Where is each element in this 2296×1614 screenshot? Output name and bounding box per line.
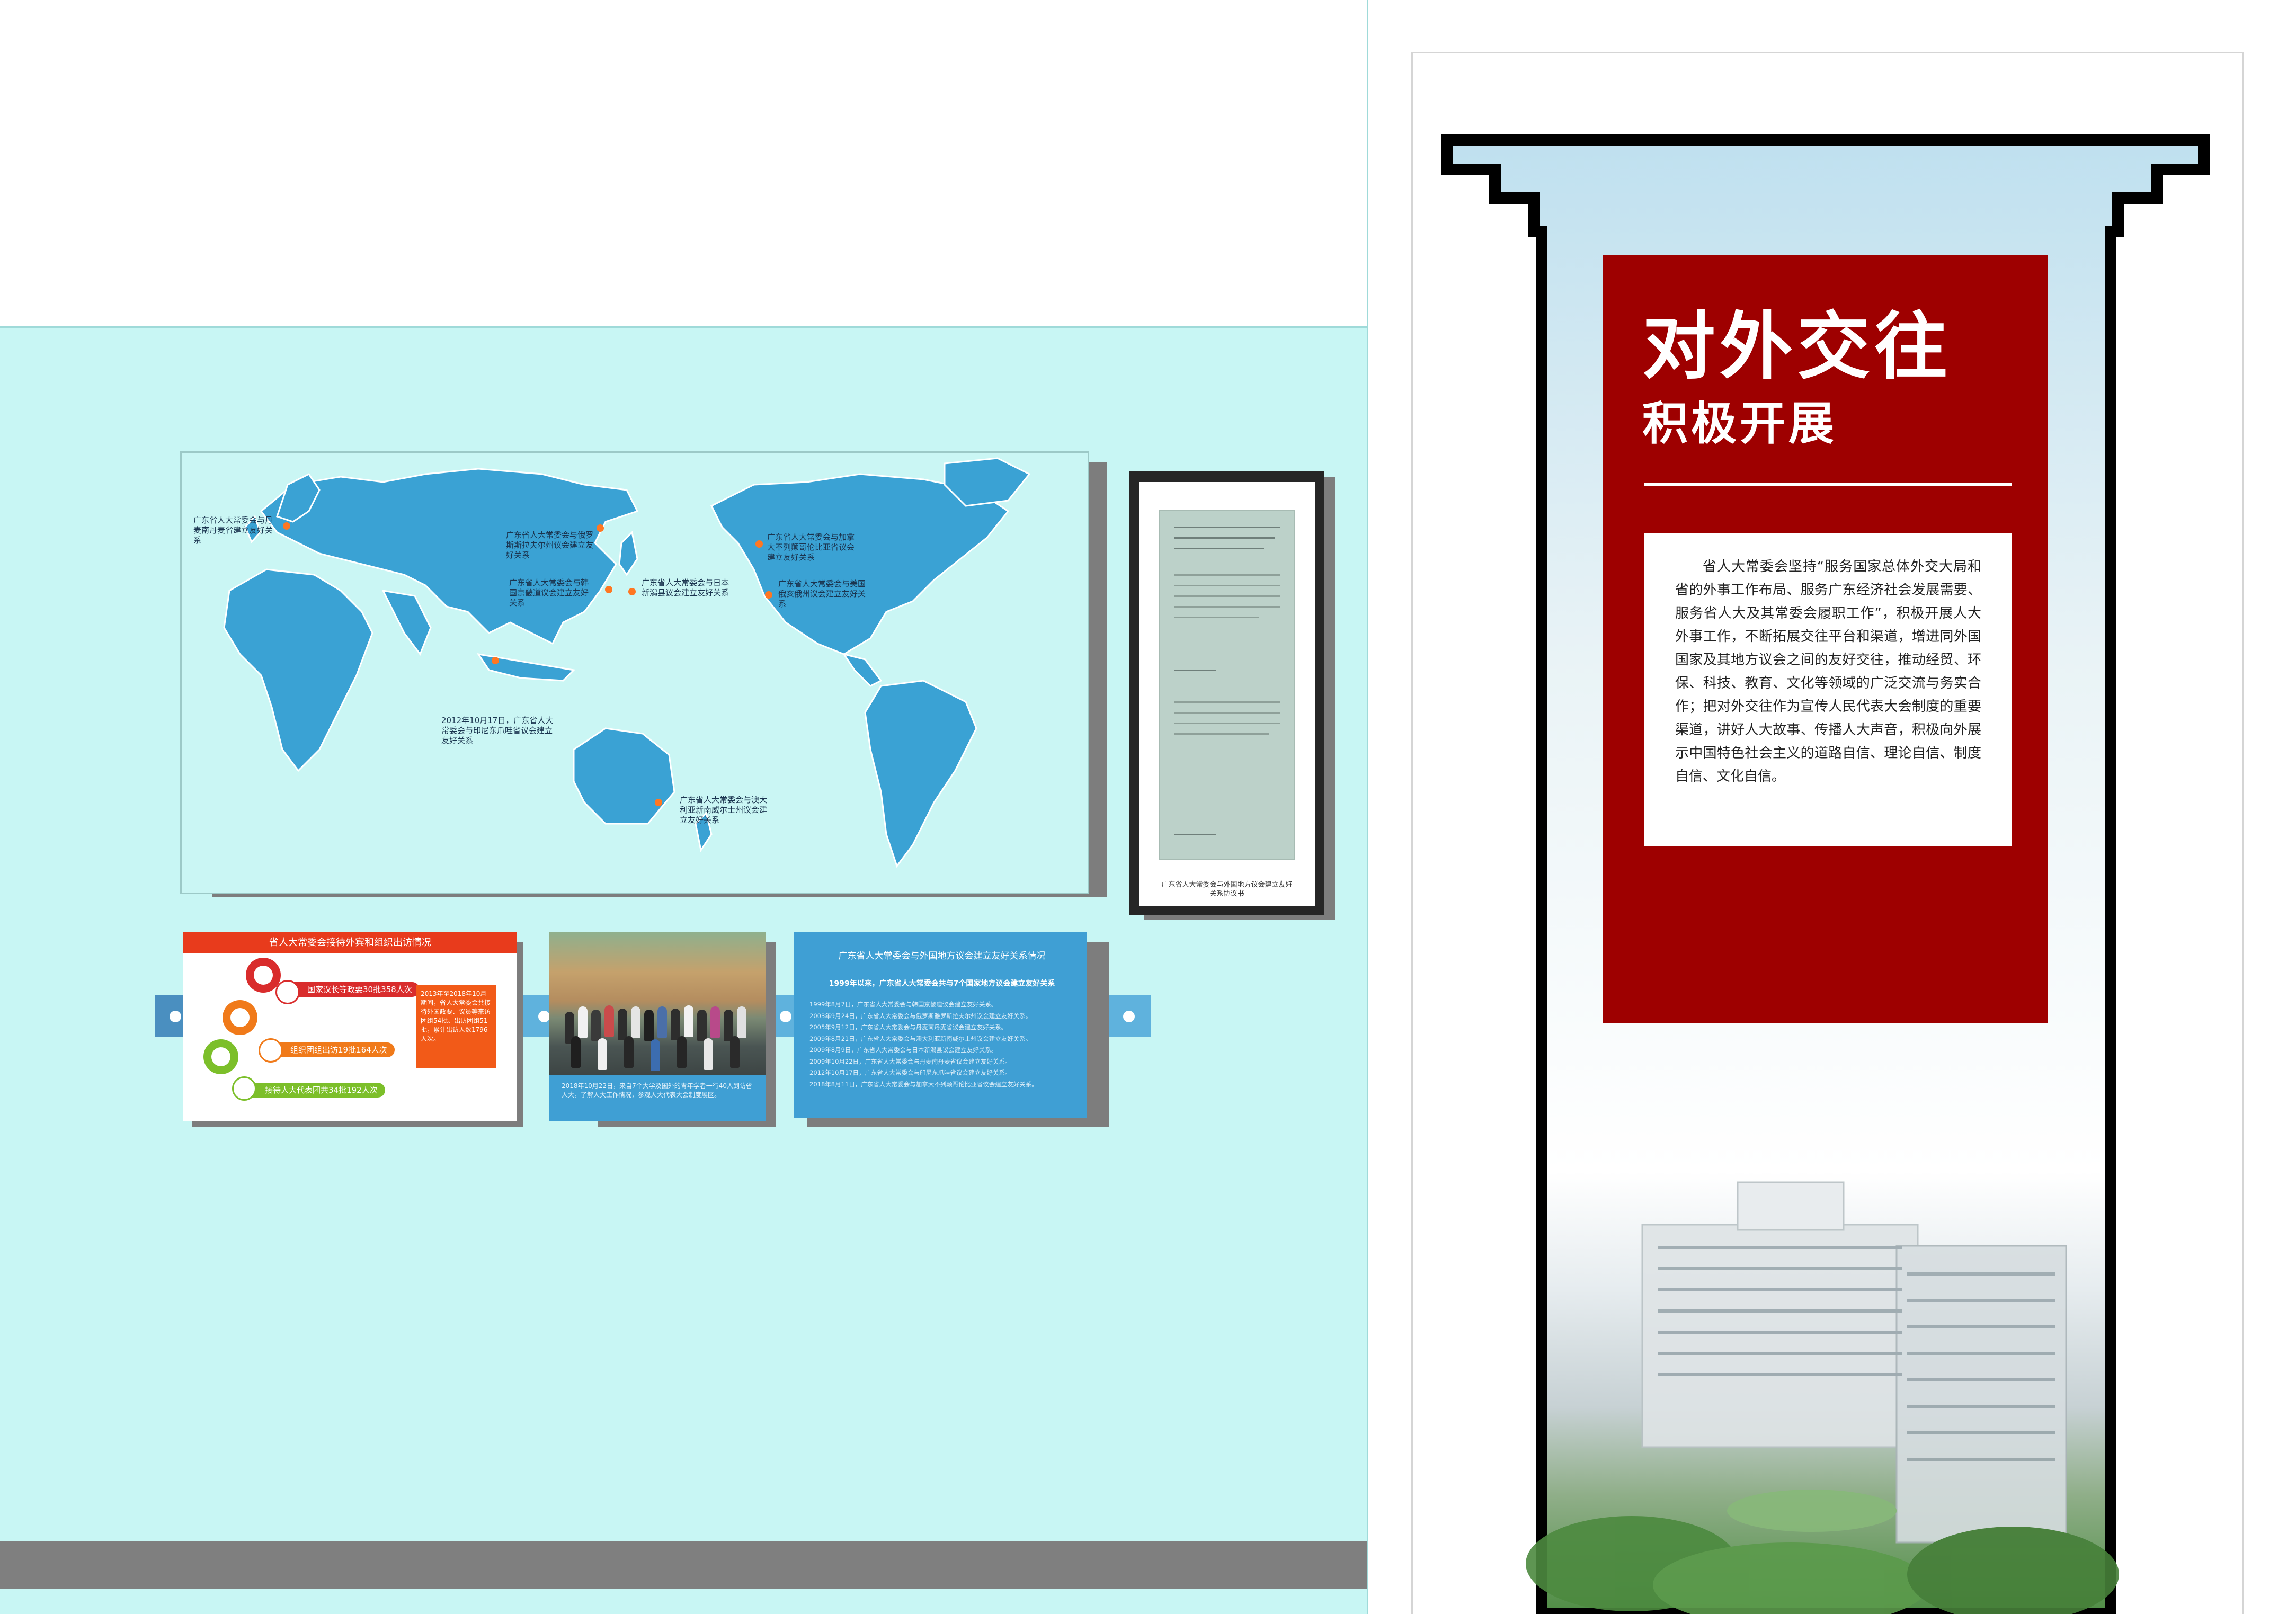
map-label-usa: 广东省人大常委会与美国俄亥俄州议会建立友好关系 <box>778 579 866 609</box>
list-item: 2009年10月22日，广东省人大常委会与丹麦南丹麦省议会建立友好关系。 <box>809 1057 1011 1065</box>
marker-australia <box>655 799 662 806</box>
doc-text-line <box>1174 701 1280 703</box>
marker-indonesia <box>492 657 499 664</box>
map-label-denmark: 广东省人大常委会与丹麦南丹麦省建立友好关系 <box>193 515 273 545</box>
marker-usa <box>765 591 772 599</box>
photo-figure <box>671 1009 680 1040</box>
stat-badge-visit <box>223 1000 257 1035</box>
rail-dot <box>1123 1011 1135 1022</box>
doc-text-line <box>1174 595 1280 597</box>
map-label-australia: 广东省人大常委会与澳大利亚新南威尔士州议会建立友好关系 <box>680 795 768 825</box>
marker-denmark <box>283 522 290 530</box>
doc-text-line <box>1174 733 1269 735</box>
photo-figure <box>730 1036 740 1068</box>
doc-signature <box>1174 670 1216 671</box>
central-america-landmass <box>842 653 883 687</box>
stat-value-visit: 组织团组出访19批164人次 <box>269 1042 395 1057</box>
marker-canada <box>755 540 763 548</box>
photo-figure <box>578 1006 588 1038</box>
photo-figure <box>624 1036 634 1068</box>
photo-figure <box>598 1038 607 1070</box>
australia-landmass <box>573 727 675 825</box>
photo-figure <box>644 1010 654 1041</box>
group-photo <box>549 932 766 1075</box>
rail-dot <box>170 1011 181 1022</box>
panel-body-box: 省人大常委会坚持“服务国家总体外交大局和省的外事工作布局、服务广东经济社会发展需… <box>1644 533 2012 846</box>
panel-title: 对外交往 <box>1642 304 1952 389</box>
doc-text-line <box>1174 548 1264 549</box>
map-label-japan: 广东省人大常委会与日本新潟县议会建立友好关系 <box>642 578 729 598</box>
people-icon <box>230 1008 250 1027</box>
list-item: 2009年8月21日，广东省人大常委会与澳大利亚新南威尔士州议会建立友好关系。 <box>809 1035 1032 1042</box>
stats-note-box: 2013年至2018年10月期间，省人大常委会共接待外国政要、议员等来访团组54… <box>416 985 496 1068</box>
stat-value-reception: 国家议长等政要30批358人次 <box>286 982 420 997</box>
floor-skirting-strip <box>0 1541 1367 1589</box>
list-item: 2003年9月24日，广东省人大常委会与俄罗斯雅罗斯拉夫尔州议会建立友好关系。 <box>809 1012 1032 1020</box>
list-card-subtitle: 1999年以来，广东省人大常委会共与7个国家地方议会建立友好关系 <box>829 979 1055 988</box>
stat-badge-reception <box>246 958 281 993</box>
doc-text-line <box>1174 712 1280 714</box>
doc-text-line <box>1174 617 1259 618</box>
photo-caption: 2018年10月22日，来自7个大学及国外的青年学者一行40人到访省人大，了解人… <box>562 1082 752 1099</box>
doc-text-line <box>1174 574 1280 576</box>
photo-figure <box>677 1036 687 1068</box>
stat-value-delegation: 接待人大代表团共34批192人次 <box>244 1083 385 1098</box>
photo-figure <box>737 1006 746 1038</box>
stat-badge-delegation <box>203 1039 238 1074</box>
stats-card-title: 省人大常委会接待外宾和组织出访情况 <box>183 932 517 953</box>
list-item: 2018年8月11日，广东省人大常委会与加拿大不列颠哥伦比亚省议会建立友好关系。 <box>809 1080 1038 1088</box>
doc-text-line <box>1174 585 1280 586</box>
photo-figure <box>604 1005 614 1037</box>
rail-dot <box>780 1011 791 1022</box>
list-card-title: 广东省人大常委会与外国地方议会建立友好关系情况 <box>838 951 1046 961</box>
building-icon <box>254 966 273 985</box>
panel-body-text: 省人大常委会坚持“服务国家总体外交大局和省的外事工作布局、服务广东经济社会发展需… <box>1675 559 1981 784</box>
building-icon <box>211 1047 230 1066</box>
certificate-caption: 广东省人大常委会与外国地方议会建立友好关系协议书 <box>1161 881 1293 898</box>
photo-figure <box>618 1009 627 1040</box>
world-map-panel: 广东省人大常委会与丹麦南丹麦省建立友好关系 广东省人大常委会与俄罗斯斯拉夫尔州议… <box>180 451 1089 894</box>
person-avatar-icon <box>275 980 300 1004</box>
doc-text-line <box>1174 606 1280 608</box>
photo-figure <box>651 1039 660 1071</box>
rail-dot <box>538 1011 550 1022</box>
list-item: 2005年9月12日，广东省人大常委会与丹麦南丹麦省议会建立友好关系。 <box>809 1023 1008 1031</box>
africa-landmass <box>223 568 373 772</box>
photo-figure <box>631 1006 640 1038</box>
south-america-landmass <box>864 680 977 868</box>
photo-figure <box>710 1006 720 1038</box>
panel-divider <box>1644 483 2012 486</box>
map-label-korea: 广东省人大常委会与韩国京畿道议会建立友好关系 <box>509 578 589 608</box>
doc-text-line <box>1174 527 1280 528</box>
wall-top-edge <box>0 326 1367 328</box>
person-avatar-icon <box>259 1038 283 1063</box>
japan-landmass <box>618 530 638 576</box>
certificate-document-image <box>1159 510 1295 860</box>
doc-signature <box>1174 834 1216 835</box>
photo-figure <box>684 1005 693 1037</box>
list-item: 2009年8月9日，广东省人大常委会与日本新潟县议会建立友好关系。 <box>809 1046 998 1054</box>
map-label-canada: 广东省人大常委会与加拿大不列颠哥伦比亚省议会建立友好关系 <box>767 532 855 562</box>
doc-text-line <box>1174 723 1280 724</box>
photo-figure <box>571 1036 581 1068</box>
photo-figure <box>591 1010 601 1041</box>
photo-figure <box>657 1006 667 1038</box>
india-landmass <box>381 590 432 656</box>
list-item: 1999年8月7日，广东省人大常委会与韩国京畿道议会建立友好关系。 <box>809 1001 998 1008</box>
marker-japan <box>628 588 636 595</box>
relationship-list: 1999年8月7日，广东省人大常委会与韩国京畿道议会建立友好关系。 2003年9… <box>809 999 1074 1090</box>
marker-korea <box>605 586 612 593</box>
person-avatar-icon <box>232 1076 256 1101</box>
photo-figure <box>704 1038 713 1070</box>
map-label-russia: 广东省人大常委会与俄罗斯斯拉夫尔州议会建立友好关系 <box>506 530 594 560</box>
map-label-indonesia: 2012年10月17日，广东省人大常委会与印尼东爪哇省议会建立友好关系 <box>441 716 554 745</box>
panel-subtitle: 积极开展 <box>1642 397 1837 450</box>
doc-text-line <box>1174 537 1275 539</box>
list-item: 2012年10月17日，广东省人大常委会与印尼东爪哇省议会建立友好关系。 <box>809 1069 1011 1076</box>
marker-russia <box>597 524 604 532</box>
photo-figure <box>697 1010 707 1041</box>
world-map-graphic <box>223 457 1031 868</box>
